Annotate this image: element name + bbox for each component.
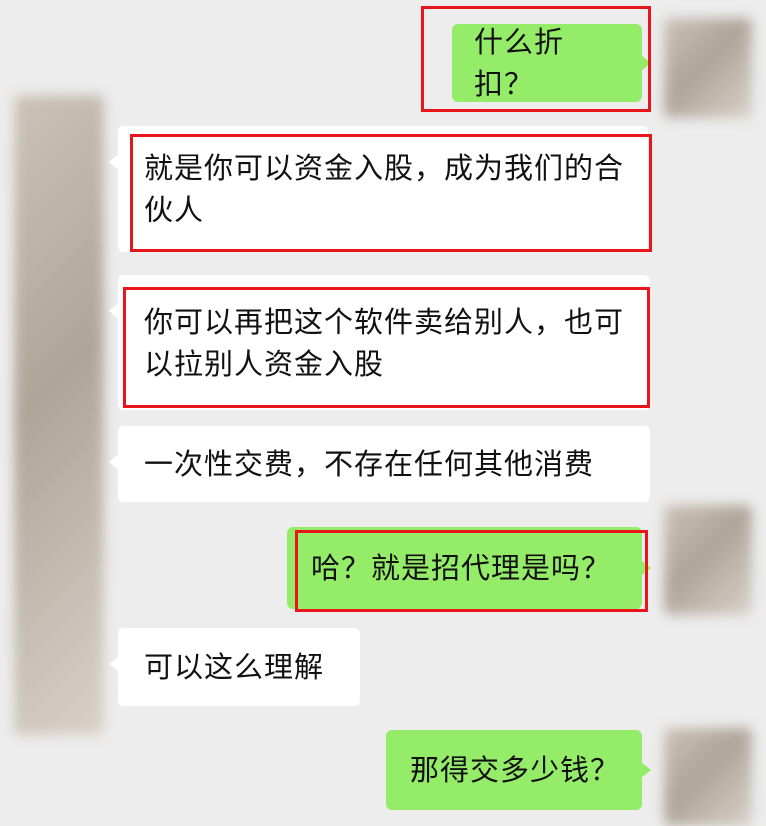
- message-bubble-received[interactable]: 你可以再把这个软件卖给别人，也可以拉别人资金入股: [109, 275, 650, 410]
- self-avatar[interactable]: [664, 18, 752, 118]
- message-text: 可以这么理解: [144, 650, 325, 684]
- message-bubble-sent[interactable]: 那得交多少钱？: [386, 730, 651, 810]
- message-text: 什么折扣？: [474, 25, 565, 101]
- message-text: 你可以再把这个软件卖给别人，也可以拉别人资金入股: [144, 304, 625, 381]
- message-bubble-sent[interactable]: 什么折扣？: [452, 24, 651, 102]
- message-bubble-received[interactable]: 一次性交费，不存在任何其他消费: [109, 426, 650, 502]
- message-text: 一次性交费，不存在任何其他消费: [144, 447, 595, 481]
- message-bubble-sent[interactable]: 哈？就是招代理是吗？: [287, 527, 651, 609]
- self-avatar[interactable]: [664, 505, 752, 615]
- message-text: 哈？就是招代理是吗？: [311, 551, 612, 585]
- message-bubble-received[interactable]: 就是你可以资金入股，成为我们的合伙人: [109, 126, 648, 252]
- message-text: 那得交多少钱？: [410, 753, 621, 787]
- self-avatar[interactable]: [664, 728, 752, 826]
- message-text: 就是你可以资金入股，成为我们的合伙人: [144, 151, 625, 227]
- other-avatar[interactable]: [14, 95, 104, 735]
- message-bubble-received[interactable]: 可以这么理解: [109, 628, 360, 706]
